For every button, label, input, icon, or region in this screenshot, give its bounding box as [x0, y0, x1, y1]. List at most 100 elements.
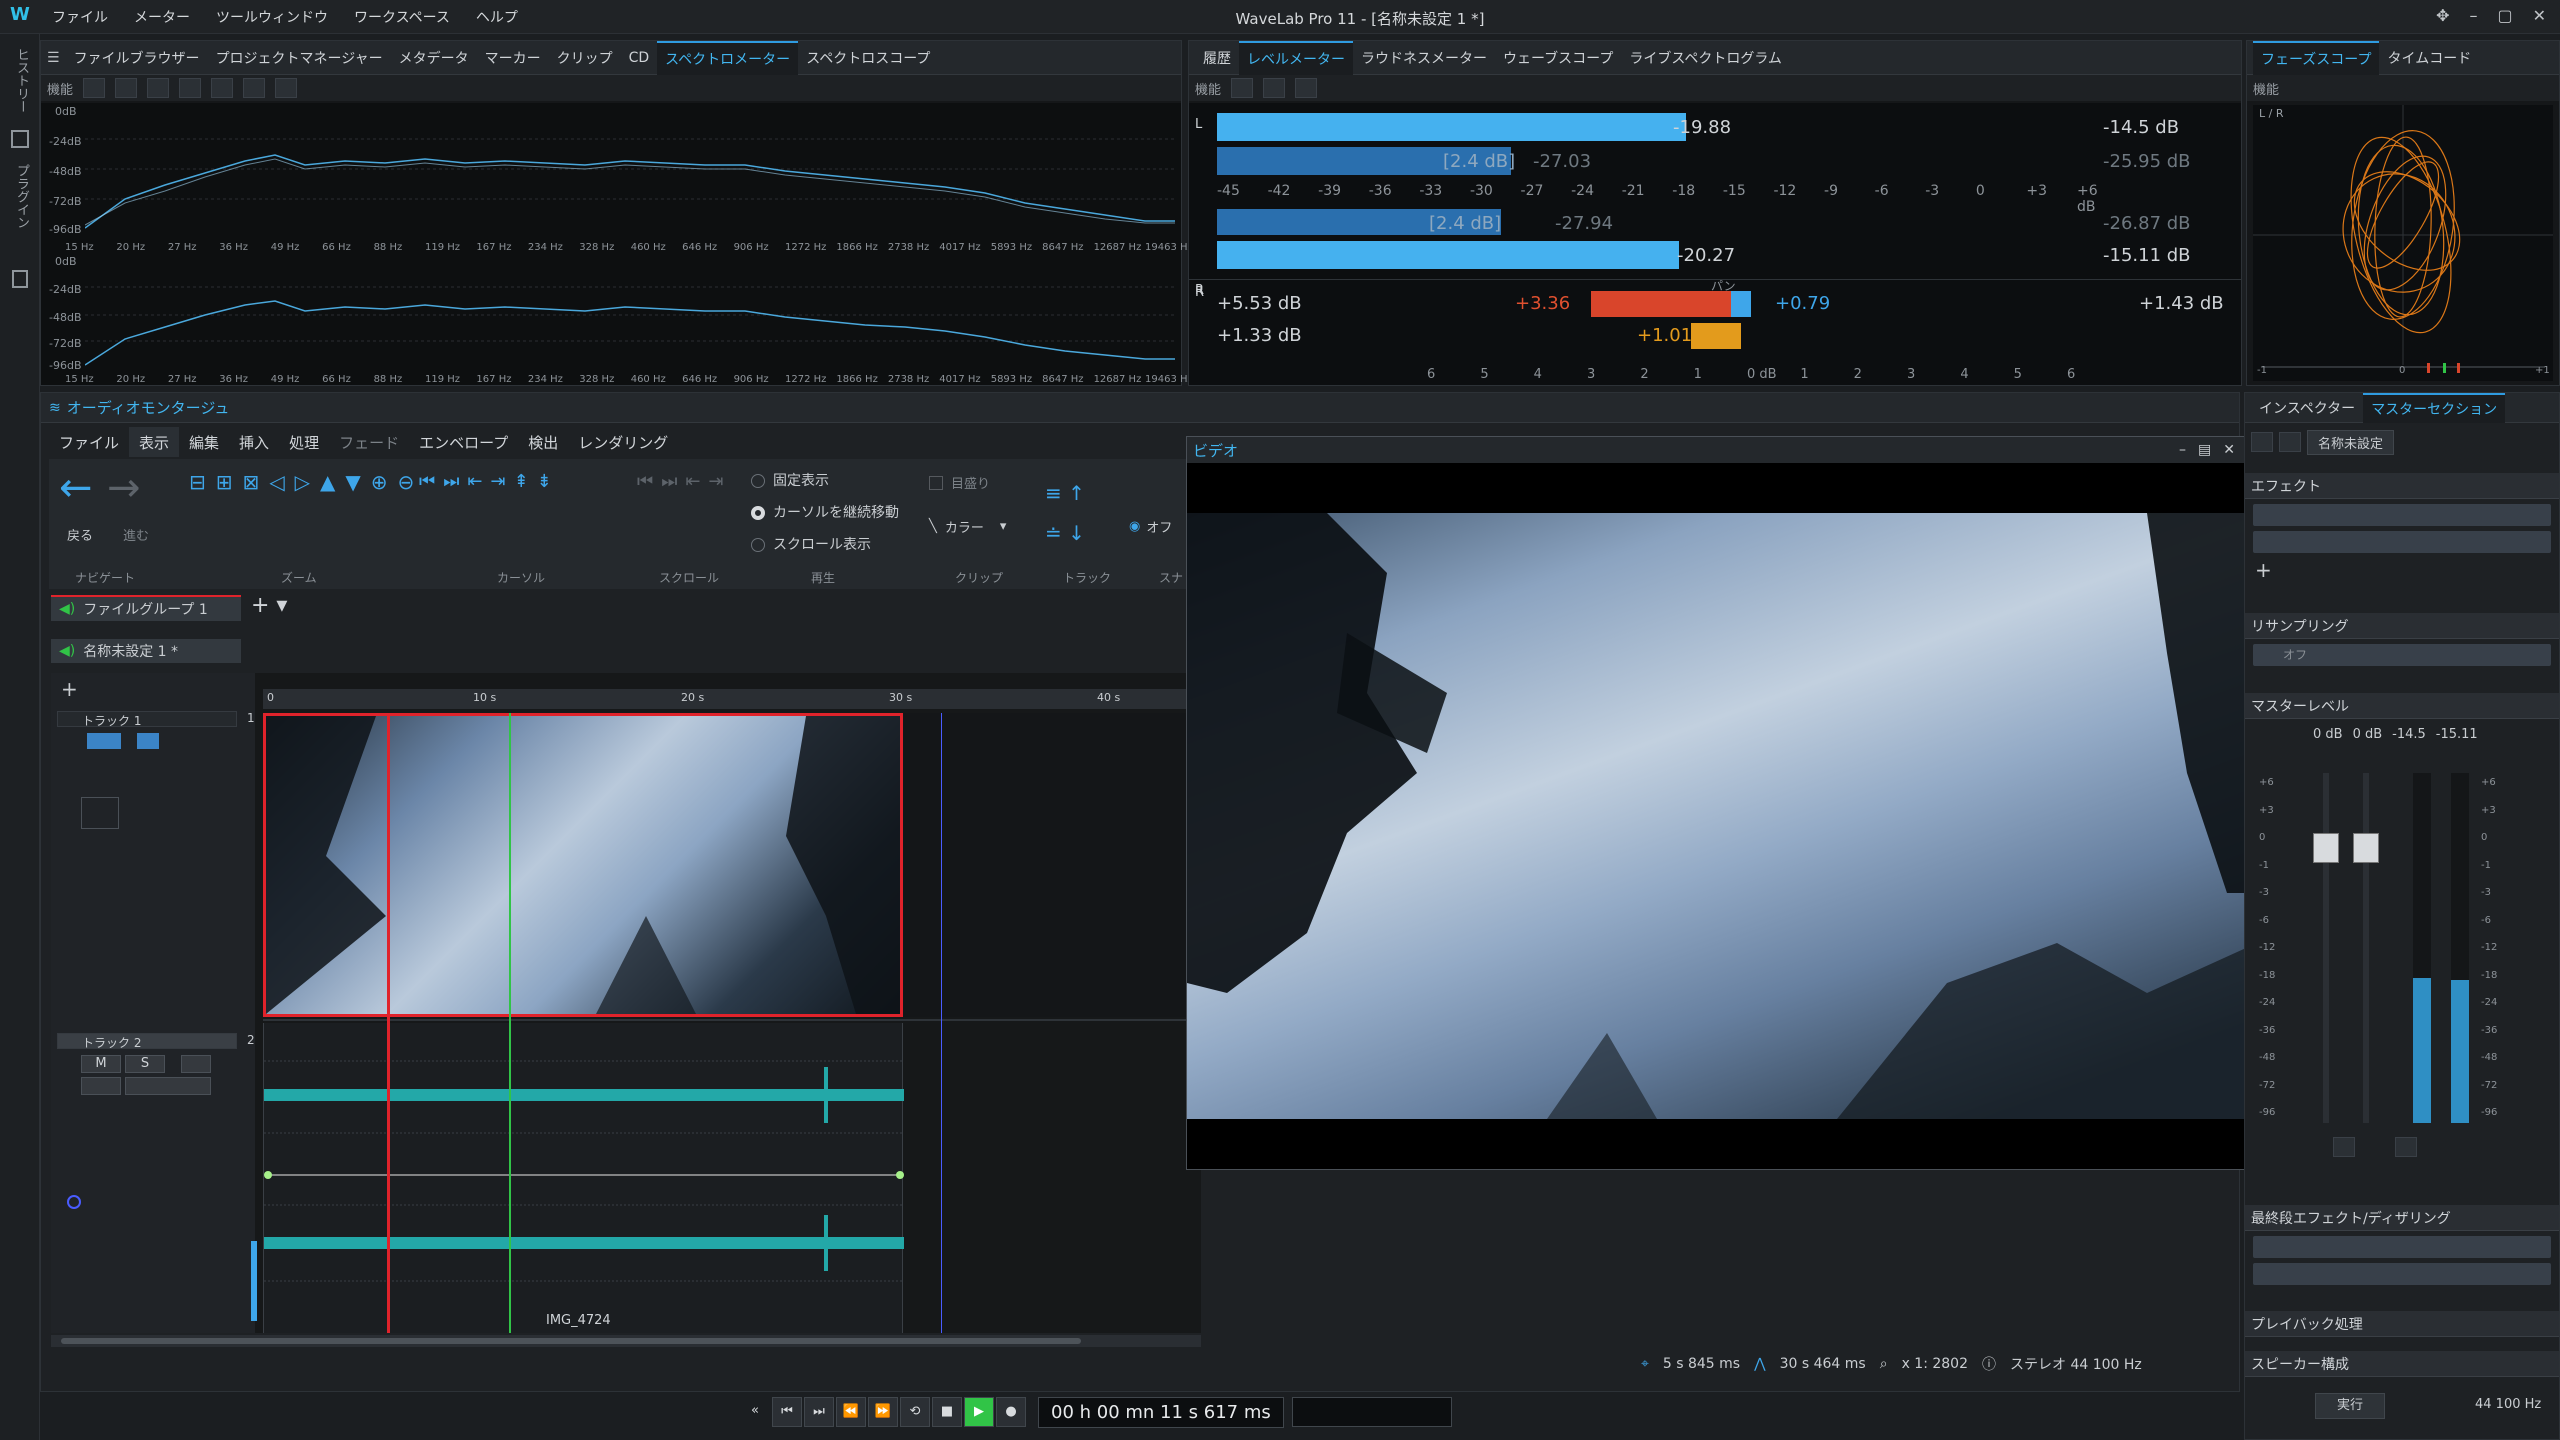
grid-icon[interactable] — [11, 130, 29, 148]
list-icon[interactable] — [12, 270, 28, 288]
loop-button[interactable]: ⟲ — [900, 1397, 930, 1427]
playback-cursor[interactable] — [509, 713, 511, 1333]
ruler-checkbox[interactable]: 目盛り — [929, 473, 990, 492]
menu-file[interactable]: ファイル — [52, 7, 108, 27]
menu-help[interactable]: ヘルプ — [476, 7, 518, 27]
refresh-icon[interactable] — [1263, 78, 1286, 98]
radio-follow[interactable]: カーソルを継続移動 — [751, 497, 899, 529]
tab-history[interactable]: 履歴 — [1195, 41, 1239, 75]
check-icon[interactable] — [83, 78, 106, 98]
image-icon[interactable] — [275, 78, 298, 98]
sidebar-history[interactable]: ヒストリー — [12, 48, 31, 113]
cursor-time[interactable]: 5 s 845 ms — [1663, 1356, 1740, 1372]
tab-timecode[interactable]: タイムコード — [2379, 41, 2479, 75]
transport-collapse-icon[interactable]: « — [740, 1397, 770, 1427]
track-settings-button[interactable] — [181, 1055, 211, 1073]
tab-phasescope[interactable]: フェーズスコープ — [2253, 40, 2380, 75]
zoom-level[interactable]: x 1: 2802 — [1902, 1356, 1968, 1372]
master-level-header[interactable]: マスターレベル — [2245, 693, 2559, 719]
speaker-header[interactable]: スピーカー構成 — [2245, 1351, 2559, 1377]
ribbon-tab-detect[interactable]: 検出 — [518, 427, 568, 457]
track-pan-button[interactable] — [125, 1077, 211, 1095]
scroll-tools[interactable]: ⏮⏭⇤⇥ — [637, 469, 747, 549]
forward-arrow-icon[interactable]: → — [107, 465, 141, 511]
play-button[interactable]: ▶ — [964, 1397, 994, 1427]
preset-3-button[interactable] — [211, 78, 234, 98]
execute-button[interactable]: 実行 — [2315, 1393, 2385, 1419]
tab-cd[interactable]: CD — [621, 41, 658, 75]
function-menu[interactable]: 機能 — [47, 79, 73, 98]
track-2-header[interactable]: トラック 2 — [57, 1033, 237, 1050]
timeline-ruler[interactable]: 0 10 s 20 s 30 s 40 s — [263, 689, 1201, 709]
preset-2-button[interactable] — [179, 78, 202, 98]
record-button[interactable]: ● — [996, 1397, 1026, 1427]
preset-name[interactable]: 名称未設定 — [2307, 429, 2395, 455]
ribbon-tab-file[interactable]: ファイル — [49, 427, 129, 457]
effects-header[interactable]: エフェクト — [2245, 473, 2559, 499]
video-window[interactable]: ビデオ –▤✕ — [1186, 436, 2258, 1170]
add-effect-icon[interactable]: + — [2245, 558, 2559, 582]
track-fx-button[interactable] — [81, 1077, 121, 1095]
tab-file-browser[interactable]: ファイルブラウザー — [66, 41, 208, 75]
reset-icon[interactable] — [1295, 78, 1318, 98]
final-effects-header[interactable]: 最終段エフェクト/ディザリング — [2245, 1205, 2559, 1231]
color-dropdown[interactable]: ╲ カラー ▾ — [929, 517, 1006, 536]
zoom-tools[interactable]: ⊟⊞⊠◁▷▲▼⊕⊖ — [189, 469, 419, 549]
lock-icon[interactable] — [2395, 1137, 2417, 1157]
back-arrow-icon[interactable]: ← — [59, 465, 93, 511]
ribbon-tab-fade[interactable]: フェード — [329, 427, 409, 457]
solo-button[interactable]: S — [125, 1055, 165, 1073]
tab-spectrometer[interactable]: スペクトロメーター — [657, 40, 799, 75]
resampling-value[interactable]: オフ — [2253, 644, 2551, 666]
ribbon-tab-envelope[interactable]: エンベロープ — [409, 427, 518, 457]
tab-wavescope[interactable]: ウェーブスコープ — [1495, 41, 1621, 75]
add-group-icon[interactable]: + ▾ — [251, 593, 287, 618]
cursor-tools[interactable]: ⏮⏭⇤⇥⇞⇟ — [419, 469, 649, 549]
playback-header[interactable]: プレイバック処理 — [2245, 1311, 2559, 1337]
sidebar-plugins[interactable]: プラグイン — [12, 164, 31, 229]
scroll-thumb[interactable] — [61, 1338, 1081, 1344]
hamburger-icon[interactable]: ☰ — [47, 50, 60, 66]
ribbon-tab-process[interactable]: 処理 — [279, 427, 329, 457]
final-slot-2[interactable] — [2253, 1263, 2551, 1285]
menu-workspace[interactable]: ワークスペース — [354, 7, 450, 27]
radio-scroll[interactable]: スクロール表示 — [751, 529, 899, 561]
preset-1-button[interactable] — [147, 78, 170, 98]
video-clip[interactable] — [263, 713, 903, 1017]
file-group-tab[interactable]: ◀) ファイルグループ 1 — [51, 595, 241, 621]
goto-start-button[interactable]: ⏮ — [772, 1397, 802, 1427]
media-icon[interactable] — [137, 733, 159, 749]
envelope-point-icon[interactable] — [67, 1195, 81, 1209]
tab-markers[interactable]: マーカー — [477, 41, 549, 75]
ribbon-tab-view[interactable]: 表示 — [129, 427, 180, 457]
rewind-button[interactable]: ⏪ — [836, 1397, 866, 1427]
close-icon[interactable]: ✕ — [2533, 6, 2546, 25]
ribbon-tab-insert[interactable]: 挿入 — [229, 427, 279, 457]
wrench-icon[interactable] — [2279, 432, 2301, 452]
tab-level-meter[interactable]: レベルメーター — [1239, 40, 1353, 75]
tab-metadata[interactable]: メタデータ — [391, 41, 477, 75]
add-track-icon[interactable]: + — [61, 677, 78, 701]
maximize-icon[interactable]: ▢ — [2497, 6, 2512, 25]
effect-slot-1[interactable] — [2253, 504, 2551, 526]
video-track-icon[interactable] — [87, 733, 121, 749]
horizontal-scrollbar[interactable] — [51, 1335, 1201, 1347]
time-display[interactable]: 00 h 00 mn 11 s 617 ms — [1038, 1396, 1284, 1428]
effect-slot-2[interactable] — [2253, 531, 2551, 553]
power-icon[interactable] — [2251, 432, 2273, 452]
mute-button[interactable]: M — [81, 1055, 121, 1073]
video-window-controls[interactable]: –▤✕ — [2179, 442, 2247, 458]
menu-toolwindow[interactable]: ツールウィンドウ — [216, 7, 328, 27]
radio-fixed[interactable]: 固定表示 — [751, 465, 899, 497]
resampling-header[interactable]: リサンプリング — [2245, 613, 2559, 639]
end-marker[interactable] — [941, 713, 942, 1333]
fader-knob-r[interactable] — [2353, 833, 2379, 863]
link-icon[interactable] — [2333, 1137, 2355, 1157]
edit-cursor[interactable] — [387, 713, 390, 1333]
snap-dropdown[interactable]: ◉ オフ — [1129, 517, 1172, 536]
camera-icon[interactable] — [243, 78, 266, 98]
ribbon-tab-render[interactable]: レンダリング — [568, 427, 678, 457]
tab-live-spectrogram[interactable]: ライブスペクトログラム — [1621, 41, 1790, 75]
ribbon-tab-edit[interactable]: 編集 — [179, 427, 229, 457]
function-menu[interactable]: 機能 — [1195, 79, 1221, 98]
